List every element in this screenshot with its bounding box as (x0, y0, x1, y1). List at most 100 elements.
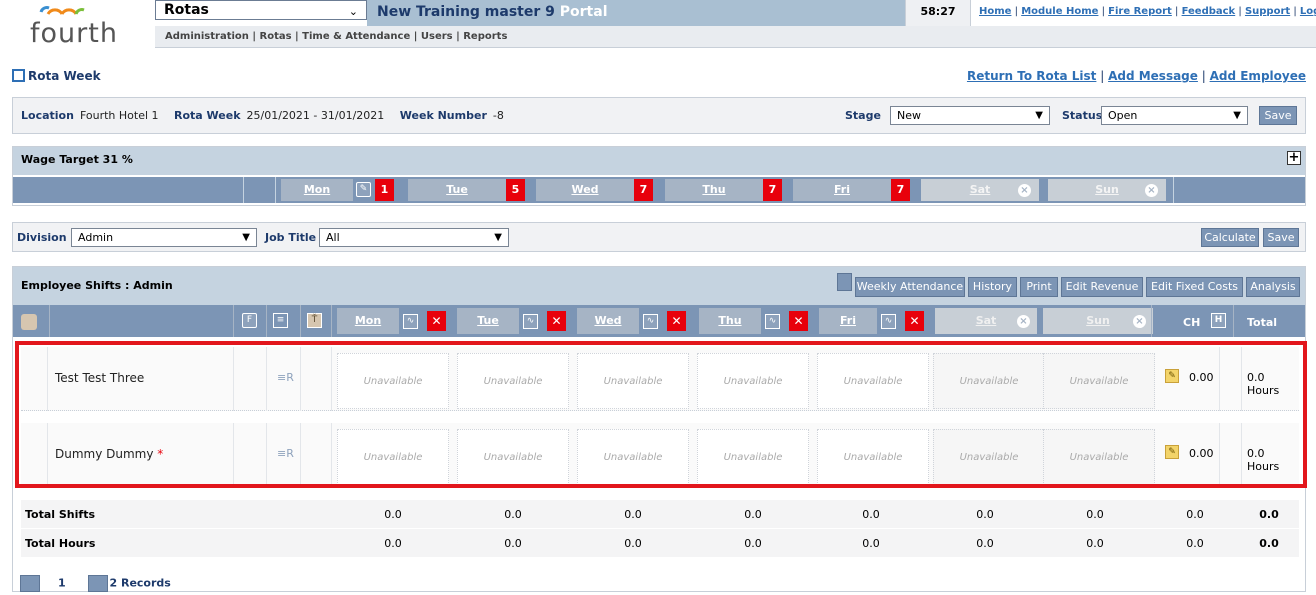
location-label: Location (21, 109, 74, 122)
total-shifts-wed: 0.0 (624, 508, 642, 521)
col-ch: CH (1183, 316, 1201, 329)
support-link[interactable]: Support (1245, 6, 1290, 17)
module-home-link[interactable]: Module Home (1021, 6, 1098, 17)
next-page-button[interactable] (87, 575, 108, 592)
wage-day-fri[interactable]: Fri (793, 179, 891, 201)
wage-target-header: Wage Target 31 % + (13, 147, 1305, 175)
stage-select[interactable]: New ▼ (890, 106, 1050, 125)
logout-link[interactable]: Logo (1300, 6, 1316, 17)
fourth-logo[interactable]: fourth (0, 0, 155, 49)
portal-name: New Training master 9 (377, 4, 555, 20)
location-panel: Location Fourth Hotel 1 Rota Week 25/01/20… (12, 97, 1306, 134)
total-shifts-tue: 0.0 (504, 508, 522, 521)
page-title: Rota Week (12, 69, 101, 83)
save-division-button[interactable]: Save (1263, 228, 1299, 247)
chevron-down-icon: ⌄ (348, 5, 358, 18)
total-shifts-thu: 0.0 (744, 508, 762, 521)
return-to-rota-list-link[interactable]: Return To Rota List (967, 69, 1096, 83)
history-button[interactable]: History (968, 277, 1017, 297)
col-mon[interactable]: Mon (337, 308, 399, 334)
stage-value: New (897, 109, 921, 122)
close-icon[interactable]: ✕ (905, 311, 924, 331)
close-icon[interactable]: ✕ (547, 311, 566, 331)
top-links: Home | Module Home | Fire Report | Feedb… (971, 0, 1316, 26)
print-button[interactable]: Print (1020, 277, 1058, 297)
total-shifts-total: 0.0 (1259, 508, 1279, 521)
location-info: Location Fourth Hotel 1 Rota Week 25/01/20… (21, 109, 516, 122)
total-shifts-row: Total Shifts 0.0 0.0 0.0 0.0 0.0 0.0 0.0… (21, 500, 1299, 528)
total-hours-ch: 0.0 (1186, 537, 1204, 550)
wage-badge-wed: 7 (634, 179, 653, 201)
expand-button[interactable]: + (1287, 151, 1301, 165)
chevron-down-icon: ▼ (1035, 110, 1043, 121)
wage-target-title: Wage Target 31 % (21, 153, 133, 166)
torch-icon[interactable]: Ť (307, 313, 322, 328)
status-value: Open (1108, 109, 1138, 122)
save-button[interactable]: Save (1259, 106, 1297, 125)
wave-icon[interactable]: ∿ (765, 314, 780, 329)
total-hours-mon: 0.0 (384, 537, 402, 550)
total-hours-fri: 0.0 (862, 537, 880, 550)
toggle-button[interactable] (837, 273, 852, 291)
close-icon[interactable]: ✕ (667, 311, 686, 331)
main-menu[interactable]: Administration | Rotas | Time & Attendan… (155, 26, 1316, 48)
total-hours-label: Total Hours (25, 537, 96, 550)
division-value: Admin (78, 231, 114, 244)
wave-icon[interactable]: ∿ (403, 314, 418, 329)
wage-badge-thu: 7 (763, 179, 782, 201)
fire-report-link[interactable]: Fire Report (1108, 6, 1172, 17)
records-count: 2 Records (109, 576, 171, 590)
wage-day-mon[interactable]: Mon (281, 179, 353, 201)
col-h[interactable]: H (1211, 313, 1226, 328)
status-label: Status (1062, 109, 1103, 122)
status-select[interactable]: Open ▼ (1101, 106, 1248, 125)
chevron-down-icon: ▼ (1233, 110, 1241, 121)
calculate-button[interactable]: Calculate (1201, 228, 1259, 247)
prev-page-button[interactable] (20, 575, 40, 592)
col-f[interactable]: F (242, 313, 257, 328)
wave-icon[interactable]: ∿ (881, 314, 896, 329)
edit-revenue-button[interactable]: Edit Revenue (1061, 277, 1143, 297)
job-title-value: All (326, 231, 340, 244)
location-value: Fourth Hotel 1 (79, 109, 159, 122)
col-wed[interactable]: Wed (577, 308, 639, 334)
add-employee-link[interactable]: Add Employee (1210, 69, 1306, 83)
close-icon[interactable]: ✕ (789, 311, 808, 331)
home-link[interactable]: Home (979, 6, 1011, 17)
job-title-select[interactable]: All ▼ (319, 228, 509, 247)
wage-day-tue[interactable]: Tue (408, 179, 506, 201)
highlight-box (15, 341, 1307, 488)
portal-suffix: Portal (559, 4, 608, 20)
wave-icon[interactable]: ∿ (643, 314, 658, 329)
col-tue[interactable]: Tue (457, 308, 519, 334)
wage-badge-fri: 7 (891, 179, 910, 201)
analysis-button[interactable]: Analysis (1246, 277, 1300, 297)
wage-badge-tue: 5 (506, 179, 525, 201)
add-message-link[interactable]: Add Message (1108, 69, 1198, 83)
col-thu[interactable]: Thu (699, 308, 761, 334)
close-icon[interactable]: ✕ (427, 311, 446, 331)
wave-icon[interactable]: ∿ (523, 314, 538, 329)
page-number: 1 (58, 576, 66, 590)
module-select[interactable]: Rotas ⌄ (155, 0, 367, 20)
weekly-attendance-button[interactable]: Weekly Attendance (855, 277, 965, 297)
total-hours-total: 0.0 (1259, 537, 1279, 550)
pager: 1 2 Records (20, 575, 171, 592)
total-hours-tue: 0.0 (504, 537, 522, 550)
edit-icon[interactable]: ✎ (356, 182, 371, 197)
feedback-link[interactable]: Feedback (1182, 6, 1236, 17)
edit-fixed-costs-button[interactable]: Edit Fixed Costs (1146, 277, 1243, 297)
total-shifts-mon: 0.0 (384, 508, 402, 521)
division-panel: Division Admin ▼ Job Title All ▼ Calculate… (12, 222, 1306, 252)
anonymous-icon[interactable]: ≡ (273, 313, 288, 328)
wage-day-wed[interactable]: Wed (536, 179, 634, 201)
total-hours-sun: 0.0 (1086, 537, 1104, 550)
logo-text: fourth (30, 18, 118, 49)
job-title-label: Job Title (265, 231, 317, 244)
total-hours-thu: 0.0 (744, 537, 762, 550)
col-fri[interactable]: Fri (819, 308, 877, 334)
total-hours-sat: 0.0 (976, 537, 994, 550)
person-icon[interactable] (21, 314, 37, 330)
wage-day-thu[interactable]: Thu (665, 179, 763, 201)
division-select[interactable]: Admin ▼ (71, 228, 257, 247)
